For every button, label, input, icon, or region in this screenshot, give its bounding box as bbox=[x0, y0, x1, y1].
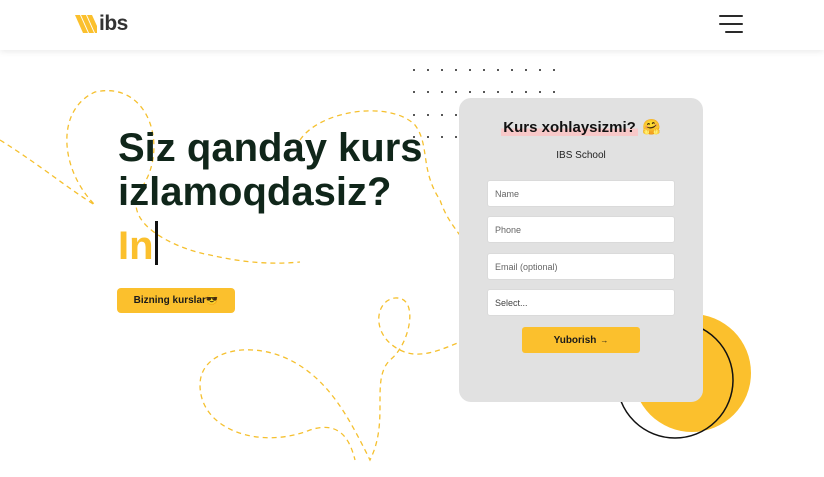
site-header: ibs bbox=[0, 0, 824, 50]
phone-input[interactable] bbox=[487, 216, 675, 243]
hamburger-menu-icon[interactable] bbox=[716, 12, 746, 36]
logo-text: ibs bbox=[99, 12, 128, 35]
hugging-face-emoji-icon: 🤗 bbox=[642, 119, 661, 136]
logo[interactable]: ibs bbox=[75, 12, 128, 35]
typed-text-container: In bbox=[118, 221, 158, 268]
submit-label: Yuborish bbox=[553, 334, 597, 346]
course-select-value: Select... bbox=[495, 297, 528, 308]
submit-button[interactable]: Yuborish → bbox=[522, 327, 640, 353]
typing-caret bbox=[154, 221, 158, 265]
hero-title: Siz qanday kurs izlamoqdasiz? bbox=[118, 126, 423, 214]
form-subtitle: IBS School bbox=[556, 150, 606, 161]
form-title-text: Kurs xohlaysizmi? bbox=[501, 119, 638, 136]
typed-text: In bbox=[118, 224, 154, 268]
ibs-logo-icon bbox=[75, 15, 97, 33]
course-select[interactable]: Select... bbox=[487, 289, 675, 316]
name-input[interactable] bbox=[487, 180, 675, 207]
email-input[interactable] bbox=[487, 253, 675, 280]
form-title: Kurs xohlaysizmi? 🤗 bbox=[459, 118, 703, 136]
courses-button[interactable]: Bizning kurslar😎 bbox=[117, 288, 235, 313]
dashed-curve-bottom bbox=[199, 297, 466, 462]
arrow-right-icon: → bbox=[600, 335, 609, 345]
signup-form-card: Kurs xohlaysizmi? 🤗 IBS School Select...… bbox=[459, 98, 703, 402]
